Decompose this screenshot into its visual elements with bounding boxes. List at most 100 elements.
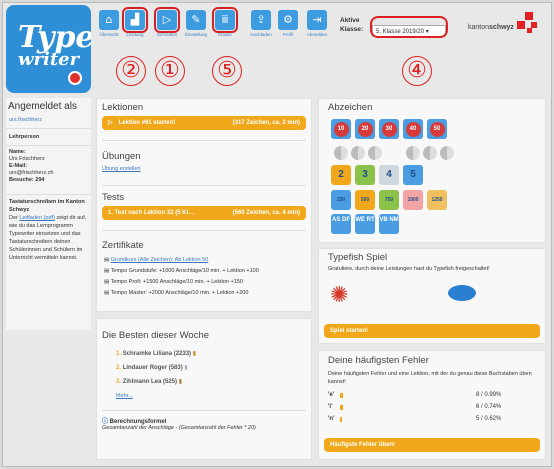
chars-badge: 500 [355,190,375,210]
pill-badge-icon [368,146,382,160]
certificate-item[interactable]: ▤ Grundkurs (Alle Zeichen): Ab Lektion 5… [104,255,259,266]
star-badge: 50 [427,119,447,139]
start-test-button[interactable]: 1. Test nach Lektion 32 (5 Kl... (560 Ze… [102,206,306,220]
kanton-plain: kanton [468,24,490,31]
wrench-icon: ✎ [186,10,206,30]
test-label: 1. Test nach Lektion 32 (5 Kl... [108,210,194,216]
test-info: (560 Zeichen, ca. 4 min) [232,210,300,216]
errors-heading: Deine häufigsten Fehler [328,355,429,366]
best-list: 1. Schramke Liliana (2233) ▮ 2. Lindauer… [116,347,196,403]
level-badge: 5 [403,165,423,185]
kanton-flag-icon [517,12,539,34]
certificate-icon: ▤ [104,290,111,296]
toolbar-label: Leistung [126,32,144,37]
certificate-icon: ▤ [104,257,111,263]
annotation-5: ⑤ [212,56,242,86]
certificate-label: Tempo Master: +2000 Anschläge/10 min. + … [110,290,249,296]
toolbar-item-profil[interactable]: ⚙ Profil [276,10,300,37]
email-label: E-Mail: [9,163,28,169]
error-value: 5 / 0.62% [476,416,502,422]
gear-icon: ⚙ [278,10,298,30]
certificate-item: ▤ Tempo Grundstufe: +1000 Anschläge/10 m… [104,266,259,277]
keys-badge: WE RT [355,214,375,234]
error-key: 'i' [328,404,333,410]
errors-text: Deine häufigsten Fehler und eine Lektion… [328,371,532,385]
more-link[interactable]: Mehr... [116,389,196,403]
certificate-label: Tempo Grundstufe: +1000 Anschläge/10 min… [110,268,259,274]
error-key: 'n' [328,416,335,422]
level-badge: 2 [331,165,351,185]
formula-text: Gesamtanzahl der Anschläge - (Gesamtanza… [102,425,256,431]
logo-line-2: writer [18,49,80,70]
practice-errors-button[interactable]: Häufigste Fehler üben! [324,438,540,452]
rank: 1. [116,351,122,357]
level-badge: 3 [355,165,375,185]
best-heading: Die Besten dieser Woche [102,330,210,341]
annotation-1: ① [155,56,185,86]
start-lesson-button[interactable]: ▷ Lektion #61 starten! (317 Zeichen, ca. … [102,116,306,130]
crab-icon: ✺ [330,282,349,307]
badge-value: 10 [333,122,349,137]
error-bar-fill [340,417,343,422]
promo-text-a: Der [9,215,20,221]
error-key: 'e' [328,392,335,398]
toolbar-item-einstellung[interactable]: ✎ Einstellung [184,10,208,37]
error-bar [340,405,450,410]
create-exercise-link[interactable]: Übung erstellen [102,166,141,172]
error-bar [340,417,450,422]
badge-value: 50 [429,122,445,137]
toolbar-item-hochladen[interactable]: ⇪ Hochladen [249,10,273,37]
chars-badge: 750 [379,190,399,210]
toolbar-item-klasse[interactable]: ⅲ Klasse [212,7,238,37]
lessons-heading: Lektionen [102,102,144,113]
rank: 2. [116,365,122,371]
lesson-info: (317 Zeichen, ca. 2 min) [232,120,300,126]
toolbar-label: Abmelden [306,32,328,37]
chars-badge: 1250 [427,190,447,210]
formula-title: ⓘ Berechnungsformel [102,416,166,425]
pill-badge-icon [423,146,437,160]
visits-value: Besuche: 294 [9,177,45,183]
student-name: Schramke Liliana (2233) [122,351,192,357]
star-badge: 20 [355,119,375,139]
chars-badge: 1000 [403,190,423,210]
toolbar-item-schreiben[interactable]: ▷ Schreiben [154,7,180,37]
keys-badge: AS DF [331,214,351,234]
annotation-4: ④ [402,56,432,86]
error-bar [340,393,450,398]
certificate-icon: ▤ [104,279,111,285]
pill-badge-icon [351,146,365,160]
certificates-heading: Zertifikate [102,240,144,251]
chars-badge: 250 [331,190,351,210]
name-label: Name: [9,149,26,155]
home-icon: ⌂ [99,10,119,30]
toolbar-item-abmelden[interactable]: ⇥ Abmelden [305,10,329,37]
rank: 3. [116,379,122,385]
typefish-text: Gratuliere, durch deine Leistungen hast … [328,266,490,272]
pill-badge-icon [440,146,454,160]
class-select-highlight [370,16,448,38]
aktive-text: Aktive [340,17,360,24]
play-icon: ▷ [154,7,180,33]
best-row: 2. Lindauer Roger (583) ▮ [116,361,196,375]
medal-icon: ▮ [178,379,183,385]
kanton-bold: schwyz [489,24,514,31]
play-icon: ▷ [108,120,113,126]
error-value: 6 / 0.74% [476,404,502,410]
certificate-list: ▤ Grundkurs (Alle Zeichen): Ab Lektion 5… [104,255,259,299]
username-link[interactable]: urs.frischherz [6,115,91,125]
upload-icon: ⇪ [251,10,271,30]
toolbar-item-leistung[interactable]: ▟ Leistung [122,7,148,37]
lesson-label: Lektion #61 starten! [118,120,176,126]
role-label: Lehrperson [9,134,40,140]
pill-badge-icon [406,146,420,160]
medal-icon: ▮ [184,365,188,371]
typewriter-logo[interactable]: Type writer [6,5,91,93]
exercises-heading: Übungen [102,151,141,162]
start-game-button[interactable]: Spiel starten! [324,324,540,338]
certificate-label: Grundkurs (Alle Zeichen): Ab Lektion 50 [110,257,209,263]
star-badge: 10 [331,119,351,139]
guide-pdf-link[interactable]: Leitfaden (pdf) [19,215,54,221]
keys-badge: VB NM [379,214,399,234]
badge-value: 40 [405,122,421,137]
